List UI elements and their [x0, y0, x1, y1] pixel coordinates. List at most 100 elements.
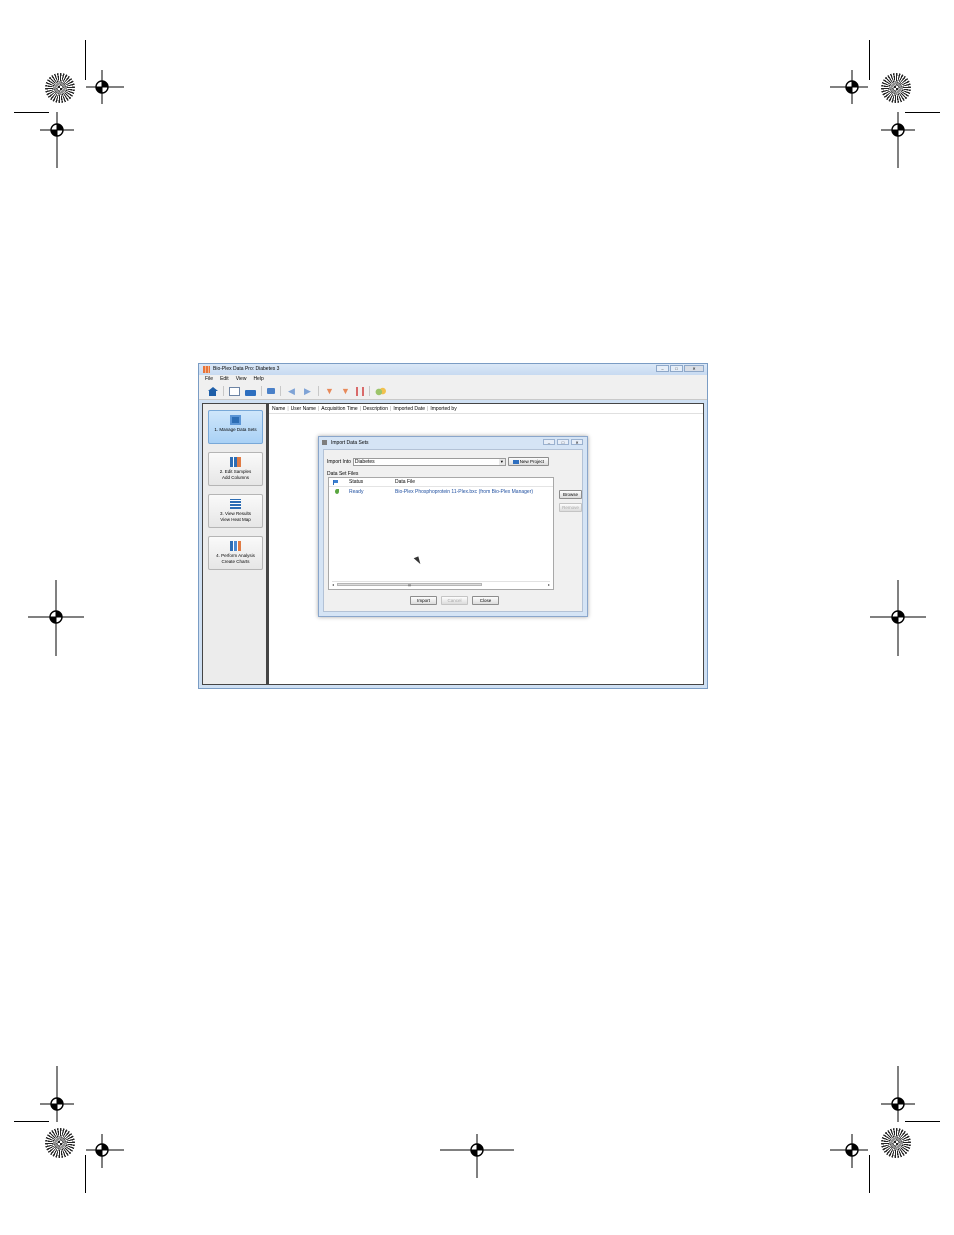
- minimize-button[interactable]: –: [656, 365, 669, 372]
- column-divider: |: [427, 405, 429, 412]
- import-into-value: Diabetes: [354, 458, 375, 465]
- crosshair-icon: [86, 70, 124, 104]
- crosshair-icon: [881, 1066, 915, 1122]
- crosshair-icon: [881, 112, 915, 168]
- registration-target-icon: [881, 73, 911, 103]
- sidebar-item-label: 2. Edit Samples: [219, 469, 252, 474]
- registration-target-icon: [45, 73, 75, 103]
- new-project-button[interactable]: New Project: [507, 457, 549, 466]
- crosshair-icon: [28, 580, 84, 656]
- chevron-down-icon[interactable]: ▼: [498, 458, 505, 465]
- import-into-select[interactable]: Diabetes ▼: [352, 457, 506, 466]
- browse-button[interactable]: Browse: [559, 490, 582, 499]
- new-project-label: New Project: [519, 459, 545, 464]
- column-header-status[interactable]: Status: [349, 479, 363, 485]
- dialog-titlebar[interactable]: Import Data Sets – □ ✕: [319, 437, 587, 449]
- column-header-acquisition-time[interactable]: Acquisition Time: [321, 406, 357, 412]
- menu-file[interactable]: File: [205, 376, 213, 382]
- menu-help[interactable]: Help: [253, 376, 263, 382]
- close-window-button[interactable]: ✕: [684, 365, 704, 372]
- horizontal-scrollbar[interactable]: ◂ ||| ▸: [332, 581, 550, 587]
- sidebar-item-edit-samples[interactable]: 2. Edit Samples Add Columns: [208, 452, 263, 486]
- crop-line: [869, 40, 870, 80]
- sidebar-item-manage-data-sets[interactable]: 1. Manage Data Sets: [208, 410, 263, 444]
- sidebar-item-sublabel: View Heat Map: [220, 516, 251, 522]
- window-titlebar[interactable]: Bio-Plex Data Pro: Diabetes 3 – □ ✕: [199, 364, 707, 375]
- column-divider: |: [317, 405, 320, 412]
- scrollbar-thumb[interactable]: |||: [337, 583, 482, 587]
- sidebar-item-view-results[interactable]: 3. View Results View Heat Map: [208, 494, 263, 528]
- back-arrow-icon[interactable]: ◀: [286, 386, 297, 396]
- import-button[interactable]: Import: [410, 596, 437, 605]
- dialog-title: Import Data Sets: [331, 440, 369, 446]
- forward-arrow-icon[interactable]: ▶: [302, 386, 313, 396]
- overlay-circles-icon[interactable]: [375, 386, 386, 396]
- column-divider: |: [359, 405, 361, 412]
- cancel-button[interactable]: Cancel: [441, 596, 468, 605]
- toolbar-separator: [318, 386, 319, 396]
- dialog-icon: [322, 440, 327, 445]
- maximize-button[interactable]: □: [670, 365, 683, 372]
- toolbar-separator: [223, 386, 224, 396]
- scroll-right-icon[interactable]: ▸: [548, 582, 550, 587]
- dialog-close-button[interactable]: ✕: [571, 439, 583, 445]
- view-results-icon: [230, 499, 241, 509]
- column-header-description[interactable]: Description: [363, 406, 388, 412]
- manage-data-sets-icon: [230, 415, 241, 425]
- perform-analysis-icon: [230, 541, 241, 551]
- close-button[interactable]: Close: [472, 596, 499, 605]
- menu-bar: File Edit View Help: [199, 375, 707, 383]
- registration-target-icon: [45, 1128, 75, 1158]
- crop-line: [869, 1155, 870, 1193]
- crosshair-icon: [40, 112, 74, 168]
- dialog-minimize-button[interactable]: –: [543, 439, 555, 445]
- dialog-maximize-button[interactable]: □: [557, 439, 569, 445]
- filter-down-icon[interactable]: ▼: [324, 386, 335, 396]
- export-icon[interactable]: [267, 388, 275, 394]
- flag-icon: [333, 479, 338, 485]
- menu-edit[interactable]: Edit: [220, 376, 229, 382]
- window-controls: – □ ✕: [656, 365, 704, 372]
- bar-icon[interactable]: [356, 386, 364, 396]
- table-row[interactable]: Ready Bio-Plex Phosphoprotein 11-Plex.bx…: [329, 488, 553, 496]
- sidebar-item-label: 1. Manage Data Sets: [214, 427, 257, 432]
- edit-samples-icon: [230, 457, 241, 467]
- column-header-imported-by[interactable]: Imported by: [430, 406, 456, 412]
- files-table-header: Status Data File: [329, 478, 553, 487]
- dialog-buttons: Import Cancel Close: [410, 596, 499, 605]
- menu-view[interactable]: View: [236, 376, 247, 382]
- filter-remove-icon[interactable]: ▼: [340, 386, 351, 396]
- column-divider: |: [287, 405, 289, 412]
- column-header-name[interactable]: Name: [272, 406, 285, 412]
- toolbar-separator: [261, 386, 262, 396]
- toolbar-separator: [369, 386, 370, 396]
- home-icon[interactable]: [207, 386, 218, 396]
- open-folder-icon[interactable]: [245, 389, 256, 396]
- dialog-content: Import Into Diabetes ▼ New Project Data …: [323, 449, 583, 612]
- registration-target-icon: [881, 1128, 911, 1158]
- sidebar-item-label: 3. View Results: [220, 511, 251, 516]
- import-into-row: Import Into Diabetes ▼ New Project: [327, 457, 549, 466]
- table-header: Name | User Name | Acquisition Time | Descr…: [269, 404, 703, 414]
- column-divider: |: [390, 405, 392, 412]
- row-status: Ready: [349, 489, 364, 495]
- sidebar-item-label: 4. Perform Analysis: [216, 553, 255, 558]
- sidebar-item-perform-analysis[interactable]: 4. Perform Analysis Create Charts: [208, 536, 263, 570]
- column-header-imported-date[interactable]: Imported Date: [393, 406, 425, 412]
- toolbar-separator: [280, 386, 281, 396]
- file-actions: Browse Remove: [559, 490, 582, 512]
- sidebar-item-sublabel: Add Columns: [221, 474, 249, 480]
- app-logo-icon: [203, 366, 210, 373]
- crosshair-icon: [440, 1134, 514, 1178]
- crosshair-icon: [870, 580, 926, 656]
- new-project-icon[interactable]: [229, 386, 240, 396]
- ready-leaf-icon: [335, 489, 339, 494]
- dialog-controls: – □ ✕: [543, 439, 583, 445]
- column-header-data-file[interactable]: Data File: [395, 479, 415, 485]
- remove-button[interactable]: Remove: [559, 503, 582, 512]
- crosshair-icon: [86, 1134, 124, 1168]
- toolbar: ◀ ▶ ▼ ▼: [199, 383, 707, 400]
- folder-icon: [512, 459, 519, 464]
- column-header-user-name[interactable]: User Name: [291, 406, 316, 412]
- scroll-left-icon[interactable]: ◂: [332, 582, 334, 587]
